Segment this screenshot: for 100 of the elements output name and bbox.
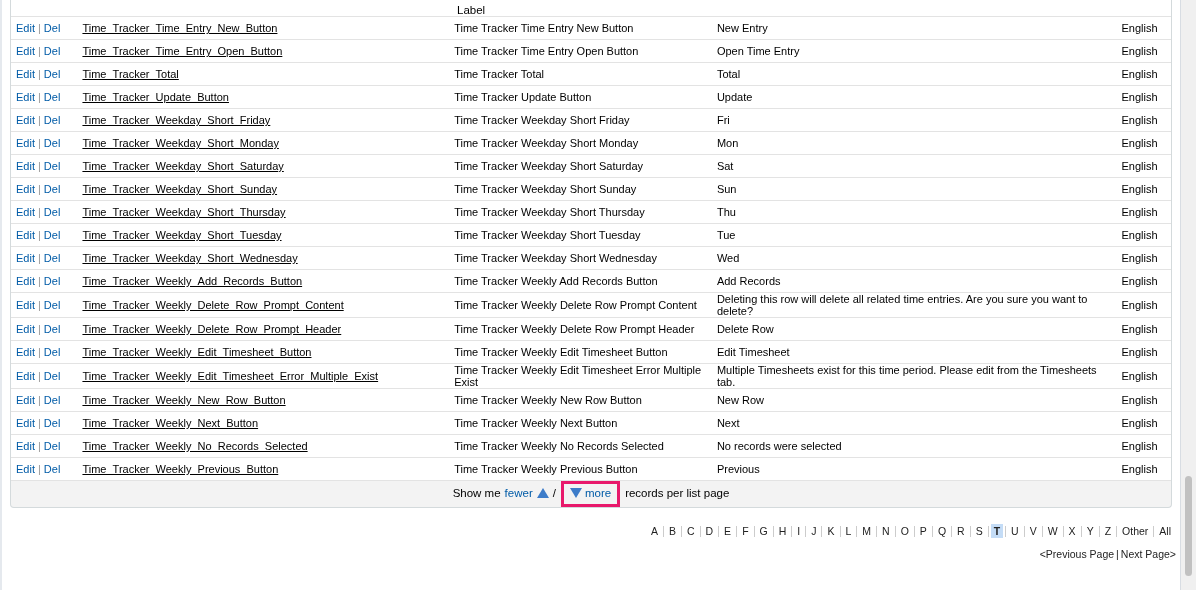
record-name-link[interactable]: Time_Tracker_Weekday_Short_Wednesday <box>82 252 298 264</box>
letter-filter-link[interactable]: All <box>1156 524 1174 538</box>
record-name-link[interactable]: Time_Tracker_Weekly_New_Row_Button <box>82 394 286 406</box>
edit-link[interactable]: Edit <box>16 440 35 452</box>
delete-link[interactable]: Del <box>43 206 61 218</box>
record-name-link[interactable]: Time_Tracker_Update_Button <box>82 91 229 103</box>
letter-filter-link[interactable]: M <box>859 524 875 538</box>
letter-filter-link[interactable]: K <box>824 524 838 538</box>
edit-link[interactable]: Edit <box>16 137 35 149</box>
delete-link[interactable]: Del <box>43 440 61 452</box>
record-name-link[interactable]: Time_Tracker_Weekly_No_Records_Selected <box>82 440 308 452</box>
letter-filter-link[interactable]: I <box>794 524 804 538</box>
table-cell: English <box>1121 22 1158 34</box>
table-cell: Time Tracker Weekday Short Monday <box>454 137 639 149</box>
letter-filter-link[interactable]: O <box>897 524 912 538</box>
letter-filter-link[interactable]: N <box>879 524 893 538</box>
letter-filter-link[interactable]: L <box>842 524 855 538</box>
record-name-link[interactable]: Time_Tracker_Weekly_Delete_Row_Prompt_Header <box>82 323 342 335</box>
edit-link[interactable]: Edit <box>16 91 35 103</box>
delete-link[interactable]: Del <box>43 394 61 406</box>
edit-link[interactable]: Edit <box>16 299 35 311</box>
delete-link[interactable]: Del <box>43 417 61 429</box>
scrollbar-thumb[interactable] <box>1185 476 1192 576</box>
edit-link[interactable]: Edit <box>16 463 35 475</box>
record-name-link[interactable]: Time_Tracker_Weekly_Delete_Row_Prompt_Content <box>82 299 344 311</box>
delete-link[interactable]: Del <box>43 45 61 57</box>
fewer-link[interactable]: fewer <box>504 487 533 499</box>
record-name-link[interactable]: Time_Tracker_Time_Entry_Open_Button <box>82 45 283 57</box>
record-name-link[interactable]: Time_Tracker_Weekday_Short_Sunday <box>82 183 278 195</box>
delete-link[interactable]: Del <box>43 68 61 80</box>
letter-filter-link[interactable]: T <box>990 524 1004 538</box>
letter-filter-link[interactable]: A <box>647 524 661 538</box>
letter-filter-link[interactable]: G <box>756 524 771 538</box>
record-name-link[interactable]: Time_Tracker_Weekly_Add_Records_Button <box>82 275 303 287</box>
letter-filter-link[interactable]: S <box>972 524 986 538</box>
delete-link[interactable]: Del <box>43 252 61 264</box>
delete-link[interactable]: Del <box>43 346 61 358</box>
more-link[interactable]: more <box>584 487 612 499</box>
record-name-link[interactable]: Time_Tracker_Weekday_Short_Tuesday <box>82 229 282 241</box>
record-name-link[interactable]: Time_Tracker_Weekday_Short_Monday <box>82 137 279 149</box>
letter-filter-link[interactable]: Q <box>934 524 950 538</box>
letter-filter-link[interactable]: W <box>1044 524 1061 538</box>
edit-link[interactable]: Edit <box>16 114 35 126</box>
table-cell: Time Tracker Weekday Short Thursday <box>454 206 645 218</box>
record-name-link[interactable]: Time_Tracker_Weekly_Edit_Timesheet_Error_Multiple_Exist <box>82 370 379 382</box>
letter-filter-link[interactable]: E <box>721 524 735 538</box>
record-name-link[interactable]: Time_Tracker_Time_Entry_New_Button <box>82 22 278 34</box>
letter-filter-link[interactable]: Y <box>1083 524 1097 538</box>
delete-link[interactable]: Del <box>43 229 61 241</box>
record-name-link[interactable]: Time_Tracker_Weekly_Edit_Timesheet_Button <box>82 346 312 358</box>
edit-link[interactable]: Edit <box>16 275 35 287</box>
edit-link[interactable]: Edit <box>16 183 35 195</box>
delete-link[interactable]: Del <box>43 22 61 34</box>
edit-link[interactable]: Edit <box>16 22 35 34</box>
edit-link[interactable]: Edit <box>16 68 35 80</box>
letter-filter-link[interactable]: F <box>739 524 752 538</box>
edit-link[interactable]: Edit <box>16 394 35 406</box>
edit-link[interactable]: Edit <box>16 45 35 57</box>
letter-filter-link[interactable]: P <box>916 524 930 538</box>
edit-link[interactable]: Edit <box>16 206 35 218</box>
letter-filter-link[interactable]: H <box>775 524 790 538</box>
edit-link[interactable]: Edit <box>16 160 35 172</box>
edit-link[interactable]: Edit <box>16 370 35 382</box>
delete-link[interactable]: Del <box>43 323 61 335</box>
edit-link[interactable]: Edit <box>16 417 35 429</box>
letter-filter-link[interactable]: R <box>954 524 968 538</box>
delete-link[interactable]: Del <box>43 91 61 103</box>
letter-filter-link[interactable]: J <box>808 524 820 538</box>
letter-filter-link[interactable]: X <box>1065 524 1079 538</box>
delete-link[interactable]: Del <box>43 275 61 287</box>
edit-link[interactable]: Edit <box>16 252 35 264</box>
record-name-link[interactable]: Time_Tracker_Weekday_Short_Thursday <box>82 206 286 218</box>
edit-link[interactable]: Edit <box>16 323 35 335</box>
letter-filter-link[interactable]: D <box>702 524 717 538</box>
record-name-link[interactable]: Time_Tracker_Weekly_Previous_Button <box>82 463 279 475</box>
table-cell: Edit Timesheet <box>716 346 790 358</box>
letter-filter-link[interactable]: C <box>683 524 698 538</box>
delete-link[interactable]: Del <box>43 183 61 195</box>
record-name-link[interactable]: Time_Tracker_Total <box>82 68 179 80</box>
letter-filter-link[interactable]: B <box>665 524 679 538</box>
separator-text: | <box>37 323 41 335</box>
delete-link[interactable]: Del <box>43 299 61 311</box>
record-name-link[interactable]: Time_Tracker_Weekly_Next_Button <box>82 417 259 429</box>
separator-text: | <box>37 206 41 218</box>
letter-filter-link[interactable]: Other <box>1119 524 1152 538</box>
record-name-link[interactable]: Time_Tracker_Weekday_Short_Saturday <box>82 160 284 172</box>
delete-link[interactable]: Del <box>43 370 61 382</box>
delete-link[interactable]: Del <box>43 160 61 172</box>
delete-link[interactable]: Del <box>43 137 61 149</box>
letter-filter-link[interactable]: U <box>1008 524 1022 538</box>
letter-filter-link[interactable]: V <box>1026 524 1040 538</box>
delete-link[interactable]: Del <box>43 114 61 126</box>
next-page-link[interactable]: Next Page> <box>1120 548 1176 560</box>
edit-link[interactable]: Edit <box>16 346 35 358</box>
delete-link[interactable]: Del <box>43 463 61 475</box>
letter-filter-link[interactable]: Z <box>1101 524 1115 538</box>
separator-text: / <box>552 487 556 499</box>
record-name-link[interactable]: Time_Tracker_Weekday_Short_Friday <box>82 114 271 126</box>
edit-link[interactable]: Edit <box>16 229 35 241</box>
previous-page-link[interactable]: <Previous Page <box>1039 548 1115 560</box>
